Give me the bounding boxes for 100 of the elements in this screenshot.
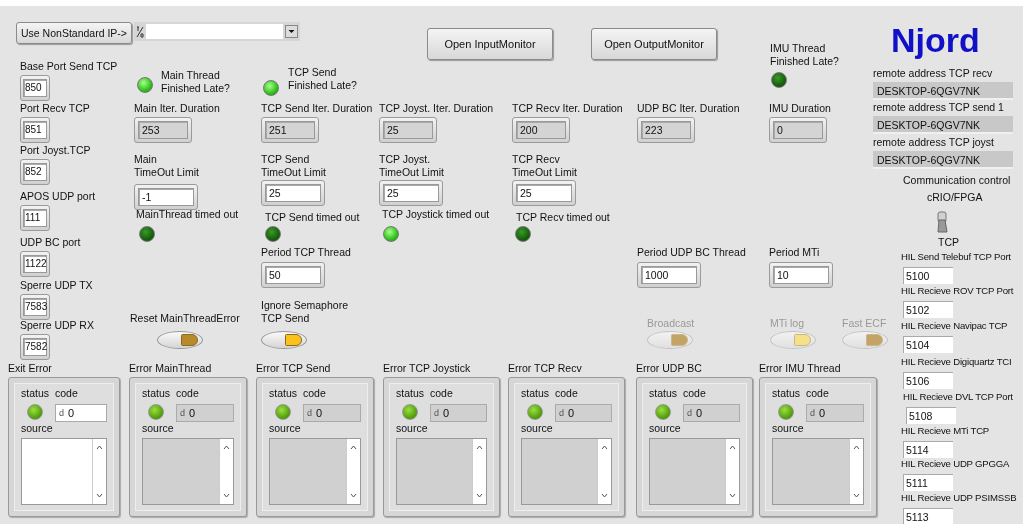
error-cluster-title: Error MainThread [129, 362, 212, 375]
use-nonstandard-ip-button[interactable]: Use NonStandard IP-> [16, 22, 132, 44]
source-label: source [396, 422, 429, 435]
code-label: code [176, 387, 200, 400]
code-label: code [683, 387, 707, 400]
port-field[interactable]: 7583 [20, 294, 50, 320]
duration-label: TCP Recv Iter. Duration [512, 102, 623, 115]
duration-label: Main Iter. Duration [134, 102, 220, 115]
port-label: Sperre UDP RX [20, 319, 94, 332]
duration-indicator: 251 [261, 117, 319, 143]
switch-top-label: cRIO/FPGA [927, 191, 983, 204]
remote-address-indicator: DESKTOP-6QGV7NK [873, 151, 1013, 169]
hil-port-field[interactable]: 5113 [903, 508, 953, 524]
hil-port-field[interactable]: 5102 [903, 301, 953, 318]
code-label: code [55, 387, 79, 400]
numeric-field[interactable]: 25 [379, 180, 443, 206]
led-label: Main Thread Finished Late? [161, 69, 230, 95]
duration-indicator: 25 [379, 117, 437, 143]
remote-address-indicator: DESKTOP-6QGV7NK [873, 82, 1013, 100]
hil-port-label: HIL Recieve MTi TCP [901, 424, 990, 437]
hil-port-field[interactable]: 5106 [903, 372, 953, 389]
toggle-button[interactable] [261, 331, 307, 349]
port-field[interactable]: 7582 [20, 334, 50, 360]
numeric-field[interactable]: 1000 [637, 262, 701, 288]
code-label: code [430, 387, 454, 400]
setting-label: Period MTi [769, 246, 820, 259]
toggle-label: Ignore Semaphore TCP Send [261, 299, 348, 325]
port-field[interactable]: 1122 [20, 251, 50, 277]
communication-control-label: Communication control [903, 174, 1011, 187]
duration-label: IMU Duration [769, 102, 831, 115]
hil-port-field[interactable]: 5104 [903, 336, 953, 353]
duration-label: TCP Send Iter. Duration [261, 102, 373, 115]
source-label: source [649, 422, 682, 435]
port-label: APOS UDP port [20, 190, 96, 203]
toggle-label: Fast ECF [842, 317, 887, 330]
source-label: source [21, 422, 54, 435]
error-cluster-title: Exit Error [8, 362, 52, 375]
source-field[interactable] [21, 438, 107, 505]
led-label: IMU Thread Finished Late? [770, 42, 839, 68]
app-logo: Njord [891, 20, 980, 60]
status-label: status [521, 387, 549, 400]
led-label: TCP Send Finished Late? [288, 66, 357, 92]
led-label: TCP Joystick timed out [382, 208, 490, 221]
source-label: source [772, 422, 805, 435]
duration-indicator: 0 [769, 117, 827, 143]
hil-port-label: HIL Send Telebuf TCP Port [901, 250, 1011, 263]
code-field: d 0 [806, 404, 864, 422]
port-field[interactable]: 850 [20, 75, 50, 101]
remote-address-label: remote address TCP joyst [873, 136, 994, 149]
port-label: Port Joyst.TCP [20, 144, 91, 157]
numeric-field[interactable]: 25 [261, 180, 325, 206]
hil-port-label: HIL Recieve ROV TCP Port [901, 284, 1014, 297]
error-cluster-title: Error UDP BC [636, 362, 702, 375]
source-label: source [142, 422, 175, 435]
hil-port-field[interactable]: 5111 [903, 474, 953, 491]
open-monitor-button[interactable]: Open InputMonitor [427, 28, 553, 60]
setting-label: TCP Joyst. TimeOut Limit [379, 153, 444, 179]
numeric-field[interactable]: 50 [261, 262, 325, 288]
status-label: status [396, 387, 424, 400]
port-label: Base Port Send TCP [20, 60, 118, 73]
code-label: code [806, 387, 830, 400]
code-field: d 0 [303, 404, 361, 422]
toggle-switch[interactable] [934, 211, 950, 235]
port-field[interactable]: 852 [20, 159, 50, 185]
duration-indicator: 223 [637, 117, 695, 143]
code-label: code [555, 387, 579, 400]
numeric-field[interactable]: -1 [134, 184, 198, 210]
setting-label: Period UDP BC Thread [637, 246, 746, 259]
port-label: UDP BC port [20, 236, 81, 249]
source-label: source [521, 422, 554, 435]
status-label: status [649, 387, 677, 400]
duration-label: UDP BC Iter. Duration [637, 102, 740, 115]
duration-indicator: 200 [512, 117, 570, 143]
port-field[interactable]: 851 [20, 117, 50, 143]
switch-bottom-label: TCP [938, 236, 959, 249]
status-label: status [269, 387, 297, 400]
toggle-button[interactable] [157, 331, 203, 349]
port-label: Port Recv TCP [20, 102, 90, 115]
duration-label: TCP Joyst. Iter. Duration [379, 102, 494, 115]
code-field: d 0 [176, 404, 234, 422]
error-cluster-title: Error TCP Send [256, 362, 331, 375]
code-field[interactable]: d 0 [55, 404, 107, 422]
remote-address-label: remote address TCP send 1 [873, 101, 1004, 114]
toggle-label: Broadcast [647, 317, 695, 330]
remote-address-label: remote address TCP recv [873, 67, 993, 80]
setting-label: TCP Recv TimeOut Limit [512, 153, 577, 179]
hil-port-field[interactable]: 5114 [903, 441, 953, 458]
port-field[interactable]: 111 [20, 205, 50, 231]
open-monitor-button[interactable]: Open OutputMonitor [591, 28, 717, 60]
numeric-field[interactable]: 10 [769, 262, 833, 288]
status-label: status [21, 387, 49, 400]
hil-port-field[interactable]: 5100 [903, 267, 953, 284]
hil-port-field[interactable]: 5108 [906, 407, 956, 424]
duration-indicator: 253 [134, 117, 192, 143]
hil-port-label: HIL Recieve UDP PSIMSSB [901, 491, 1017, 504]
led-label: TCP Recv timed out [516, 211, 610, 224]
numeric-field[interactable]: 25 [512, 180, 576, 206]
hil-port-label: HIL Recieve Navipac TCP [901, 319, 1008, 332]
toggle-label: MTi log [770, 317, 805, 330]
hil-port-label: HIL Recieve Digiquartz TCI [901, 355, 1012, 368]
